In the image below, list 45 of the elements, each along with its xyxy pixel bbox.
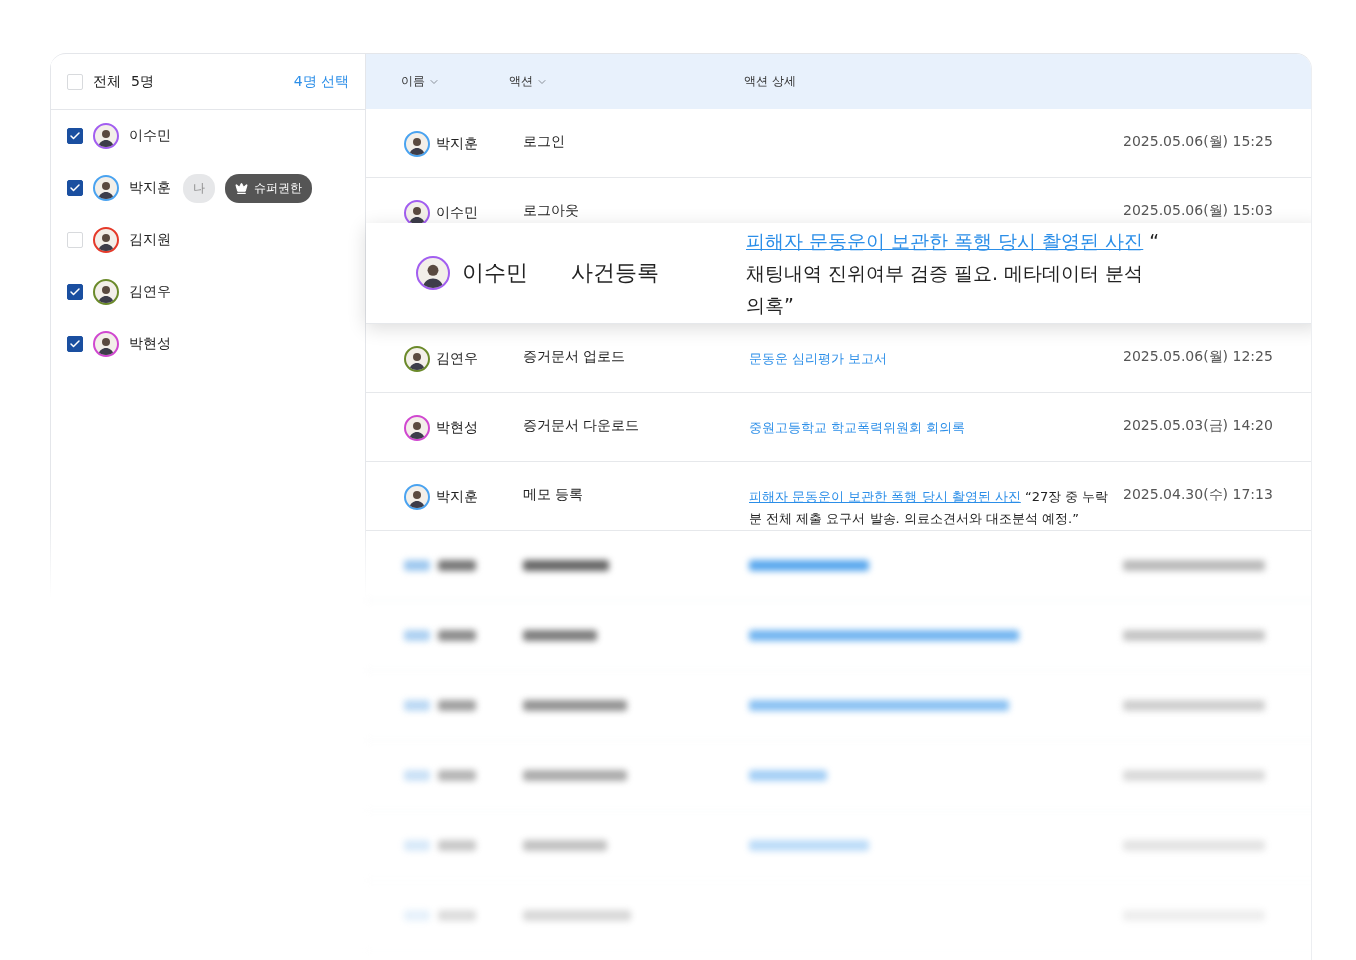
member-count: 5명 bbox=[131, 72, 154, 91]
timestamp: 2025.05.06(월) 15:25 bbox=[1123, 133, 1273, 149]
member-name: 박현성 bbox=[129, 335, 171, 353]
user-name: 박지훈 bbox=[436, 135, 478, 153]
check-icon bbox=[69, 286, 81, 298]
timestamp: 2025.05.06(월) 12:25 bbox=[1123, 348, 1273, 364]
document-link[interactable]: 문동운 심리평가 보고서 bbox=[749, 351, 888, 366]
checkbox[interactable] bbox=[67, 336, 83, 352]
timestamp: 2025.05.06(월) 15:03 bbox=[1123, 202, 1273, 218]
document-link[interactable]: 피해자 문동운이 보관한 폭행 당시 촬영된 사진 bbox=[746, 229, 1144, 252]
selected-count: 4명 선택 bbox=[293, 72, 349, 91]
role-badge: 슈퍼권한 bbox=[225, 173, 312, 203]
action-detail: 피해자 문동운이 보관한 폭행 당시 촬영된 사진 “ 채팅내역 진위여부 검증 필요. 메타데이터 분석 의혹” bbox=[746, 228, 1161, 319]
checkbox[interactable] bbox=[67, 180, 83, 196]
timestamp: 2025.05.03(금) 14:20 bbox=[1123, 417, 1273, 433]
me-badge: 나 bbox=[183, 173, 215, 203]
column-header[interactable]: 액션 bbox=[509, 73, 533, 90]
check-icon bbox=[69, 182, 81, 194]
select-all-label: 전체 bbox=[93, 72, 121, 91]
user-name: 박현성 bbox=[436, 419, 478, 437]
member-name: 김연우 bbox=[129, 283, 171, 301]
member-name: 김지원 bbox=[129, 231, 171, 249]
action-text: 증거문서 업로드 bbox=[523, 348, 626, 364]
checkbox[interactable] bbox=[67, 128, 83, 144]
action-text: 사건등록 bbox=[571, 259, 660, 287]
document-link[interactable]: 중원고등학교 학교폭력위원회 회의록 bbox=[749, 420, 966, 435]
action-text: 증거문서 다운로드 bbox=[523, 417, 640, 433]
action-text: 로그아웃 bbox=[523, 202, 579, 218]
timestamp: 2025.04.30(수) 17:13 bbox=[1123, 486, 1273, 502]
check-icon bbox=[69, 130, 81, 142]
column-header: 액션 상세 bbox=[744, 73, 796, 90]
member-name: 박지훈 bbox=[129, 179, 171, 197]
user-name: 김연우 bbox=[436, 350, 478, 368]
user-name: 박지훈 bbox=[436, 488, 478, 506]
crown-icon bbox=[235, 181, 248, 195]
checkbox[interactable] bbox=[67, 284, 83, 300]
member-name: 이수민 bbox=[129, 127, 171, 145]
user-name: 이수민 bbox=[436, 204, 478, 222]
action-text: 메모 등록 bbox=[523, 486, 584, 502]
action-detail: 피해자 문동운이 보관한 폭행 당시 촬영된 사진 “27장 중 누락분 전체 제출 요구서 발송. 의료소견서와 대조분석 예정.” bbox=[749, 488, 1110, 529]
document-link[interactable]: 피해자 문동운이 보관한 폭행 당시 촬영된 사진 bbox=[749, 489, 1021, 504]
column-header[interactable]: 이름 bbox=[401, 73, 425, 90]
user-name: 이수민 bbox=[462, 259, 528, 287]
check-icon bbox=[69, 338, 81, 350]
action-text: 로그인 bbox=[523, 133, 565, 149]
